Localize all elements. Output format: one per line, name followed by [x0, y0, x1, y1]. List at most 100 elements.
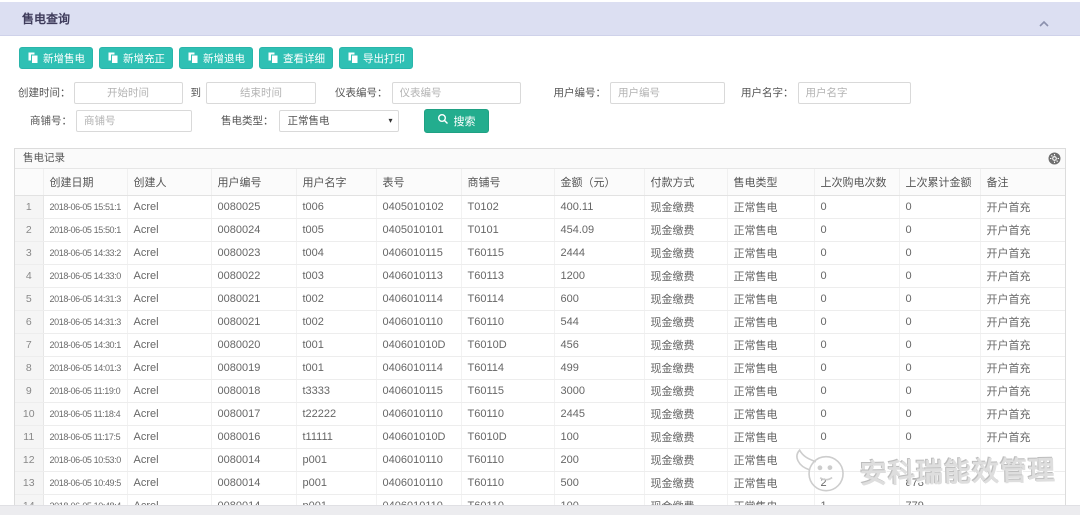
add-recharge-button[interactable]: 新增充正	[99, 47, 173, 69]
add-refund-button[interactable]: 新增退电	[179, 47, 253, 69]
table-header-row: 创建日期创建人用户编号用户名字表号商铺号金额（元）付款方式售电类型上次购电次数上…	[15, 169, 1065, 195]
table-row[interactable]: 122018-06-05 10:53:0Acrel0080014p0010406…	[15, 448, 1065, 471]
table-cell: 0	[899, 425, 980, 448]
table-cell: 100	[554, 425, 644, 448]
table-cell: 现金缴费	[644, 471, 727, 494]
end-time-input[interactable]	[206, 82, 316, 104]
table-row[interactable]: 52018-06-05 14:31:3Acrel0080021t00204060…	[15, 287, 1065, 310]
table-row[interactable]: 12018-06-05 15:51:1Acrel0080025t00604050…	[15, 195, 1065, 218]
table-row[interactable]: 72018-06-05 14:30:1Acrel0080020t00104060…	[15, 333, 1065, 356]
table-cell: 200	[554, 448, 644, 471]
records-panel-header: 售电记录	[15, 149, 1065, 169]
table-cell: 正常售电	[727, 264, 814, 287]
row-number-cell: 2	[15, 218, 43, 241]
table-cell: 开户首充	[980, 195, 1065, 218]
table-cell: 0	[899, 287, 980, 310]
user-no-label: 用户编号：	[554, 85, 607, 100]
page-title: 售电查询	[22, 2, 70, 36]
table-cell: 600	[554, 287, 644, 310]
table-row[interactable]: 82018-06-05 14:01:3Acrel0080019t00104060…	[15, 356, 1065, 379]
table-cell: T60114	[461, 356, 554, 379]
add-sale-button[interactable]: 新增售电	[19, 47, 93, 69]
table-cell: 0080014	[211, 471, 296, 494]
table-row[interactable]: 62018-06-05 14:31:3Acrel0080021t00204060…	[15, 310, 1065, 333]
table-cell: 2018-06-05 14:01:3	[43, 356, 127, 379]
table-cell: 0	[899, 218, 980, 241]
table-cell: 544	[554, 310, 644, 333]
to-label: 到	[191, 85, 202, 100]
table-cell: Acrel	[127, 379, 211, 402]
table-cell: 2018-06-05 10:49:5	[43, 471, 127, 494]
table-cell: 2018-06-05 11:18:4	[43, 402, 127, 425]
table-cell: 0406010110	[376, 448, 461, 471]
table-cell: 正常售电	[727, 310, 814, 333]
column-header: 备注	[980, 169, 1065, 195]
table-cell: T60115	[461, 241, 554, 264]
table-cell: 开户首充	[980, 310, 1065, 333]
view-detail-button[interactable]: 查看详细	[259, 47, 333, 69]
row-number-cell: 12	[15, 448, 43, 471]
column-header: 上次购电次数	[814, 169, 899, 195]
sale-type-select[interactable]: 正常售电 ▾	[279, 110, 399, 132]
table-cell: 454.09	[554, 218, 644, 241]
table-cell: t11111	[296, 425, 376, 448]
table-cell: 开户首充	[980, 241, 1065, 264]
add-recharge-label: 新增充正	[123, 51, 165, 66]
copy-icon	[347, 52, 359, 64]
table-cell: 0080018	[211, 379, 296, 402]
table-cell: T60110	[461, 471, 554, 494]
table-row[interactable]: 22018-06-05 15:50:1Acrel0080024t00504050…	[15, 218, 1065, 241]
row-number-cell: 10	[15, 402, 43, 425]
column-header: 创建人	[127, 169, 211, 195]
table-cell: 2018-06-05 14:31:3	[43, 287, 127, 310]
search-icon	[437, 113, 449, 128]
table-cell: 正常售电	[727, 356, 814, 379]
table-cell: 2018-06-05 15:51:1	[43, 195, 127, 218]
user-no-input[interactable]	[610, 82, 725, 104]
column-header: 售电类型	[727, 169, 814, 195]
table-cell: 0406010110	[376, 471, 461, 494]
records-panel-title: 售电记录	[23, 152, 65, 164]
table-cell: 0	[899, 241, 980, 264]
export-print-label: 导出打印	[363, 51, 405, 66]
table-cell: 040601010D	[376, 333, 461, 356]
table-cell: 开户首充	[980, 287, 1065, 310]
table-cell: Acrel	[127, 356, 211, 379]
table-row[interactable]: 42018-06-05 14:33:0Acrel0080022t00304060…	[15, 264, 1065, 287]
table-cell: 开户首充	[980, 402, 1065, 425]
table-cell: 2018-06-05 11:17:5	[43, 425, 127, 448]
shop-no-input[interactable]	[76, 110, 192, 132]
search-button[interactable]: 搜索	[424, 109, 489, 133]
table-cell: 0406010110	[376, 402, 461, 425]
table-row[interactable]: 132018-06-05 10:49:5Acrel0080014p0010406…	[15, 471, 1065, 494]
meter-no-input[interactable]	[392, 82, 521, 104]
collapse-chevron-up-icon[interactable]	[1038, 15, 1050, 33]
horizontal-scrollbar[interactable]	[0, 505, 1080, 515]
table-row[interactable]: 32018-06-05 14:33:2Acrel0080023t00404060…	[15, 241, 1065, 264]
table-cell: 现金缴费	[644, 310, 727, 333]
copy-icon	[107, 52, 119, 64]
table-cell: 现金缴费	[644, 241, 727, 264]
table-cell: 878	[899, 471, 980, 494]
start-time-input[interactable]	[74, 82, 183, 104]
filter-row-1: 创建时间： 到 仪表编号： 用户编号： 用户名字：	[0, 81, 911, 104]
table-cell: 2444	[554, 241, 644, 264]
records-panel: 售电记录	[14, 148, 1066, 508]
table-row[interactable]: 102018-06-05 11:18:4Acrel0080017t2222204…	[15, 402, 1065, 425]
table-row[interactable]: 112018-06-05 11:17:5Acrel0080016t1111104…	[15, 425, 1065, 448]
table-cell: 现金缴费	[644, 264, 727, 287]
user-name-input[interactable]	[798, 82, 911, 104]
page-titlebar: 售电查询	[0, 2, 1080, 36]
table-cell: Acrel	[127, 241, 211, 264]
table-cell	[980, 448, 1065, 471]
table-cell: 正常售电	[727, 333, 814, 356]
export-print-button[interactable]: 导出打印	[339, 47, 413, 69]
table-cell: 正常售电	[727, 241, 814, 264]
table-cell: 现金缴费	[644, 195, 727, 218]
records-table: 创建日期创建人用户编号用户名字表号商铺号金额（元）付款方式售电类型上次购电次数上…	[15, 169, 1065, 507]
copy-icon	[187, 52, 199, 64]
table-cell: 现金缴费	[644, 402, 727, 425]
row-number-cell: 6	[15, 310, 43, 333]
table-cell	[814, 448, 899, 471]
table-row[interactable]: 92018-06-05 11:19:0Acrel0080018t33330406…	[15, 379, 1065, 402]
